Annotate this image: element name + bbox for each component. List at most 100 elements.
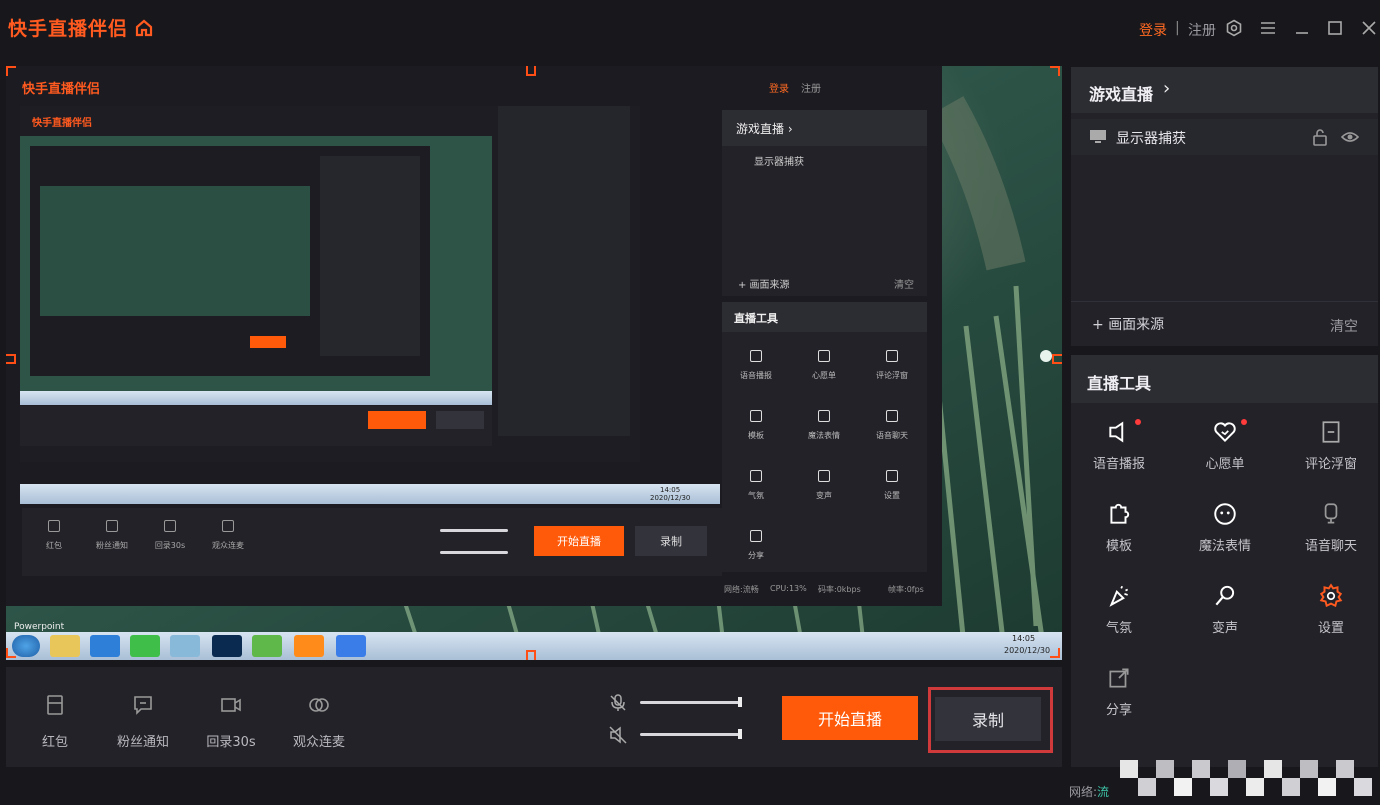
mosaic-block <box>1210 778 1228 796</box>
crop-corner-top-left[interactable] <box>6 66 16 76</box>
clear-button[interactable]: 清空 <box>1330 316 1358 336</box>
nested-tools-header: 直播工具 <box>722 302 927 332</box>
tool-share[interactable]: 分享 <box>1069 665 1169 745</box>
heart-icon <box>1175 419 1275 445</box>
mosaic-block <box>1138 778 1156 796</box>
eye-icon[interactable] <box>1340 129 1360 148</box>
minimize-icon[interactable] <box>1291 17 1313 39</box>
tool-party[interactable]: 气氛 <box>1069 583 1169 663</box>
tool-label: 变声 <box>1211 621 1238 636</box>
game-live-title: 游戏直播 <box>1089 85 1154 104</box>
nested-tool-label: 分享 <box>748 551 764 560</box>
mic-volume-slider[interactable] <box>640 697 742 707</box>
crop-handle-top[interactable] <box>526 66 536 76</box>
crop-handle-right[interactable] <box>1052 354 1062 364</box>
mosaic-block <box>1192 760 1210 778</box>
bottom-tool-fan-notify[interactable]: 粉丝通知 <box>98 693 188 750</box>
network-value: 流 <box>1097 785 1110 799</box>
game-live-header[interactable]: 游戏直播 › <box>1071 67 1378 113</box>
nested-bottom-tool-icon <box>222 520 234 532</box>
tool-puzzle[interactable]: 模板 <box>1069 501 1169 581</box>
crop-handle-bottom[interactable] <box>526 650 536 660</box>
bottom-tool-video-camera[interactable]: 回录30s <box>186 693 276 750</box>
source-item[interactable]: 显示器捕获 <box>1071 119 1378 155</box>
tool-label: 气氛 <box>1105 621 1132 636</box>
tool-magic-face[interactable]: 魔法表情 <box>1175 501 1275 581</box>
nested-bottom-tool-label: 回录30s <box>154 541 186 550</box>
nested-tool-item: 变声 <box>790 470 858 501</box>
tool-label: 设置 <box>1317 621 1344 636</box>
video-camera-icon <box>186 693 276 721</box>
blurred-mosaic-area <box>1120 760 1380 805</box>
start-live-button[interactable]: 开始直播 <box>782 696 918 740</box>
nested-bottom-tool-label: 观众连麦 <box>212 541 244 550</box>
nested-window-1: 快手直播伴侣 登录 注册 游戏直播 › 显示器捕获 + 画面来源 清空 直播工具… <box>6 66 942 606</box>
nested-bottom-bar: 红包 粉丝通知 回录30s 观众连麦 开始直播 录制 <box>22 508 722 576</box>
nested-window-title: 快手直播伴侣 <box>22 82 101 97</box>
tool-label: 魔法表情 <box>1198 539 1251 554</box>
speaker-muted-icon[interactable] <box>608 725 628 749</box>
crop-corner-bottom-right[interactable] <box>1050 648 1060 658</box>
register-link[interactable]: 注册 <box>1188 20 1216 40</box>
nested-tool-icon <box>750 350 762 362</box>
nested-taskbar: 14:05 2020/12/30 <box>20 484 720 504</box>
tool-voice-change[interactable]: 变声 <box>1175 583 1275 663</box>
nested-tool-item: 分享 <box>722 530 790 561</box>
tool-heart[interactable]: 心愿单 <box>1175 419 1275 499</box>
crop-corner-bottom-left[interactable] <box>6 648 16 658</box>
speaker-volume-knob[interactable] <box>738 729 742 739</box>
nested-tool-item: 魔法表情 <box>790 410 858 441</box>
speaker-volume-slider[interactable] <box>640 729 742 739</box>
sogou-icon <box>90 635 120 657</box>
preview-canvas[interactable]: 快手直播伴侣 登录 注册 游戏直播 › 显示器捕获 + 画面来源 清空 直播工具… <box>6 66 1062 660</box>
nested-status-item: 码率:0kbps <box>818 585 861 594</box>
nested-tools-grid: 语音播报 心愿单 评论浮窗 模板 魔法表情 语音聊天 气氛 变声 设置 分享 <box>722 332 927 572</box>
crop-corner-top-right[interactable] <box>1050 66 1060 76</box>
nested-taskbar-time: 14:05 <box>660 486 681 494</box>
nested3-panel <box>320 156 420 356</box>
nested-tool-item: 模板 <box>722 410 790 441</box>
tool-speaker[interactable]: 语音播报 <box>1069 419 1169 499</box>
nested-tool-icon <box>818 410 830 422</box>
nested-login: 登录 <box>769 84 789 95</box>
tool-comment-window[interactable]: 评论浮窗 <box>1281 419 1380 499</box>
unlock-icon[interactable] <box>1312 128 1328 150</box>
nested-record-button: 录制 <box>635 526 707 556</box>
title-separator: | <box>1175 20 1180 36</box>
nested-bottom-tool-label: 粉丝通知 <box>96 541 128 550</box>
crop-handle-left[interactable] <box>6 354 16 364</box>
nested-tools-title: 直播工具 <box>734 312 778 325</box>
taskbar-date: 2020/12/30 <box>1004 646 1051 655</box>
nested-tool-item: 语音聊天 <box>858 410 926 441</box>
record-highlight-box <box>928 687 1053 753</box>
bottom-tool-red-envelope[interactable]: 红包 <box>10 693 100 750</box>
mosaic-block <box>1354 778 1372 796</box>
mic-muted-icon[interactable] <box>608 693 628 717</box>
nested-taskbar-date: 2020/12/30 <box>650 494 691 502</box>
mic-volume-knob[interactable] <box>738 697 742 707</box>
nested-bottom-tool: 观众连麦 <box>200 520 256 551</box>
nested-status-bar: 网络:流畅 CPU:13% 码率:0kbps 帧率:0fps <box>724 584 934 598</box>
tool-settings-gear[interactable]: 设置 <box>1281 583 1380 663</box>
share-icon <box>1069 665 1169 691</box>
mosaic-block <box>1246 778 1264 796</box>
nested-status-item: 帧率:0fps <box>888 585 924 594</box>
source-label: 显示器捕获 <box>1116 131 1186 147</box>
kuaishou-app-icon <box>294 635 324 657</box>
tool-mic[interactable]: 语音聊天 <box>1281 501 1380 581</box>
maximize-icon[interactable] <box>1324 17 1346 39</box>
nested-tool-icon <box>750 530 762 542</box>
menu-icon[interactable] <box>1257 17 1279 39</box>
ie-browser-icon <box>252 635 282 657</box>
add-source-button[interactable]: + 画面来源 <box>1092 314 1164 334</box>
nested2-preview <box>20 136 492 391</box>
close-icon[interactable] <box>1358 17 1380 39</box>
nested-sources-panel: 显示器捕获 + 画面来源 清空 <box>722 146 927 296</box>
nested-start-live-button: 开始直播 <box>534 526 624 556</box>
nested-clear: 清空 <box>894 280 914 291</box>
login-link[interactable]: 登录 <box>1139 20 1167 40</box>
bottom-tool-link-mic[interactable]: 观众连麦 <box>274 693 364 750</box>
hexagon-settings-icon[interactable] <box>1223 17 1245 39</box>
mosaic-block <box>1282 778 1300 796</box>
nested-tool-label: 设置 <box>884 491 900 500</box>
